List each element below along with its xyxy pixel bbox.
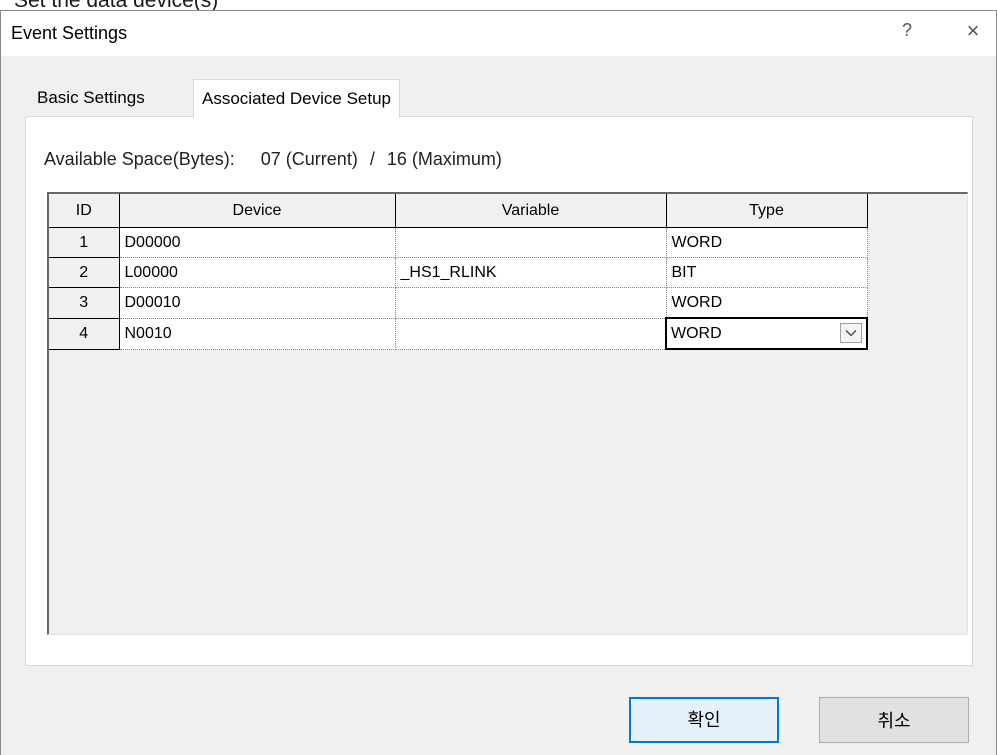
available-space-label: Available Space(Bytes): xyxy=(44,149,235,169)
type-cell[interactable]: WORD xyxy=(665,287,868,319)
table-header-row: ID Device Variable Type xyxy=(49,194,868,228)
variable-cell[interactable] xyxy=(394,227,667,258)
dialog-title: Event Settings xyxy=(11,23,128,43)
available-space-separator: / xyxy=(369,149,375,169)
type-cell[interactable]: BIT xyxy=(665,257,868,288)
available-space-current: 07 (Current) xyxy=(260,149,358,169)
row-id-cell[interactable]: 4 xyxy=(49,317,120,350)
ok-button[interactable]: 확인 xyxy=(629,697,779,743)
variable-cell[interactable] xyxy=(394,317,667,350)
available-space-maximum: 16 (Maximum) xyxy=(386,149,502,169)
table-row[interactable]: 4 N0010 WORD xyxy=(49,317,868,350)
associated-device-panel: Available Space(Bytes): 07 (Current) / 16 (… xyxy=(25,116,973,666)
row-id-cell[interactable]: 2 xyxy=(49,257,120,288)
device-cell[interactable]: D00010 xyxy=(118,287,396,319)
page: Set the data device(s) Event Settings ? … xyxy=(0,0,997,755)
column-header-id[interactable]: ID xyxy=(49,194,120,228)
title-bar[interactable]: Event Settings ? × xyxy=(1,11,996,56)
table-row[interactable]: 1 D00000 WORD xyxy=(49,227,868,258)
device-cell[interactable]: L00000 xyxy=(118,257,396,288)
chevron-down-icon xyxy=(845,330,857,337)
column-header-device[interactable]: Device xyxy=(118,194,396,228)
row-id-cell[interactable]: 1 xyxy=(49,227,120,258)
cancel-button[interactable]: 취소 xyxy=(819,697,969,743)
column-header-type[interactable]: Type xyxy=(665,194,868,228)
row-id-cell[interactable]: 3 xyxy=(49,287,120,319)
help-button[interactable]: ? xyxy=(895,20,919,41)
type-dropdown-value: WORD xyxy=(671,324,722,342)
device-cell[interactable]: D00000 xyxy=(118,227,396,258)
dropdown-button[interactable] xyxy=(840,323,862,343)
column-header-variable[interactable]: Variable xyxy=(394,194,667,228)
available-space-line: Available Space(Bytes): 07 (Current) / 16 (… xyxy=(44,149,502,170)
device-table: ID Device Variable Type 1 D00000 WORD 2 … xyxy=(49,194,868,350)
table-row[interactable]: 3 D00010 WORD xyxy=(49,287,868,319)
tab-associated-device-setup[interactable]: Associated Device Setup xyxy=(193,79,400,118)
table-row[interactable]: 2 L00000 _HS1_RLINK BIT xyxy=(49,257,868,288)
type-cell[interactable]: WORD xyxy=(665,227,868,258)
tab-basic-settings[interactable]: Basic Settings xyxy=(29,81,153,115)
event-settings-dialog: Event Settings ? × Basic Settings Associ… xyxy=(0,10,997,755)
device-grid[interactable]: ID Device Variable Type 1 D00000 WORD 2 … xyxy=(47,192,968,635)
variable-cell[interactable] xyxy=(394,287,667,319)
device-cell[interactable]: N0010 xyxy=(118,317,396,350)
close-button[interactable]: × xyxy=(961,18,985,44)
type-dropdown[interactable]: WORD xyxy=(665,317,868,350)
variable-cell[interactable]: _HS1_RLINK xyxy=(394,257,667,288)
